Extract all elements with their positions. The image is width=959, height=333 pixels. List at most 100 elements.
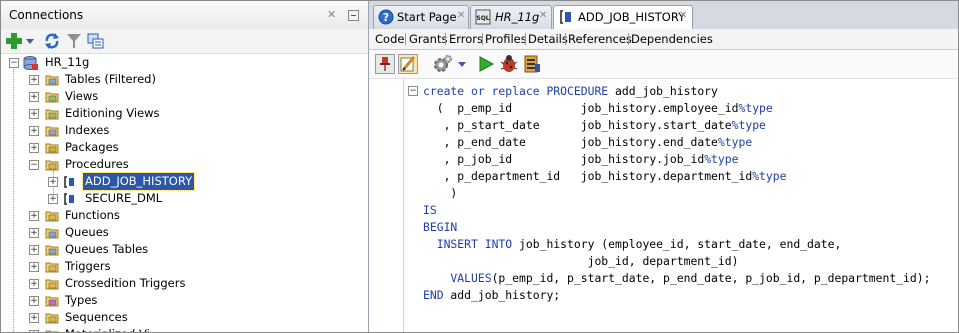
collapse-icon[interactable]: −	[29, 160, 39, 170]
run-icon[interactable]	[476, 54, 496, 74]
compile-icon[interactable]	[522, 54, 542, 74]
filter-icon[interactable]	[65, 32, 83, 50]
expand-icon[interactable]: +	[29, 296, 39, 306]
code-line: END add_job_history;	[423, 288, 561, 302]
tree-node-label: Queues Tables	[65, 242, 149, 256]
expand-icon[interactable]: +	[48, 177, 58, 187]
subtab-references[interactable]: References	[568, 32, 632, 46]
subtab-code[interactable]: Code	[375, 32, 404, 46]
triggers-icon	[45, 262, 59, 273]
code-line: )	[423, 186, 458, 200]
tree-node[interactable]: + Tables (Filtered)	[1, 71, 361, 88]
subtab-dependencies[interactable]: Dependencies	[631, 32, 713, 46]
dropdown-arrow-icon[interactable]	[457, 54, 467, 74]
expand-icon[interactable]: +	[29, 92, 39, 102]
collapse-icon[interactable]: −	[9, 58, 19, 68]
help-icon: ?	[378, 9, 394, 25]
refresh-icon[interactable]	[43, 32, 61, 50]
procedure-icon	[560, 10, 571, 24]
tree-root-hr11g[interactable]: − HR_11g	[1, 54, 361, 71]
expand-icon[interactable]: +	[29, 211, 39, 221]
types-icon	[45, 296, 59, 307]
tree-node-label: ADD_JOB_HISTORY	[81, 172, 196, 191]
expand-icon[interactable]: +	[29, 126, 39, 136]
tree-node-label: Sequences	[65, 310, 128, 324]
code-editor[interactable]: − create or replace PROCEDURE add_job_hi…	[404, 79, 958, 332]
tree-node-label: Editioning Views	[65, 106, 160, 120]
expand-icon[interactable]: +	[29, 313, 39, 323]
tree-node-label: Packages	[65, 140, 119, 154]
expand-icon[interactable]: +	[29, 75, 39, 85]
close-icon[interactable]: ✕	[539, 10, 547, 21]
tree-node-label: Types	[65, 293, 98, 307]
gear-icon[interactable]	[433, 54, 453, 74]
edit-icon[interactable]	[398, 54, 418, 74]
close-icon[interactable]: ✕	[457, 10, 465, 21]
tab-add-job-history[interactable]: ADD_JOB_HISTORY ✕	[553, 5, 693, 30]
tree-node[interactable]: + Queues Tables	[1, 241, 361, 258]
tree-node-label: Queues	[65, 225, 109, 239]
tree-node[interactable]: + SECURE_DML	[1, 190, 361, 207]
tree-node[interactable]: + Queues	[1, 224, 361, 241]
tab-hr11g[interactable]: SQL HR_11g ✕	[470, 5, 552, 29]
expand-icon[interactable]: +	[29, 109, 39, 119]
materialized-views-icon	[45, 330, 59, 332]
add-icon[interactable]	[5, 32, 23, 50]
tree-node[interactable]: + Types	[1, 292, 361, 309]
connections-toolbar	[1, 29, 368, 54]
code-line: ( p_emp_id job_history.employee_id%type	[423, 101, 773, 115]
schema-browser-icon[interactable]	[87, 32, 105, 50]
expand-icon[interactable]: +	[29, 279, 39, 289]
expand-icon[interactable]: +	[29, 262, 39, 272]
tree-node-label: Crossedition Triggers	[65, 276, 186, 290]
connections-panel: Connections ✕ − HR_11g + Tables (Filtere…	[1, 1, 369, 332]
code-line: IS	[423, 203, 437, 217]
expand-icon[interactable]: +	[29, 245, 39, 255]
fold-icon[interactable]: −	[408, 86, 418, 96]
tree-node-label: Tables (Filtered)	[65, 72, 156, 86]
close-icon[interactable]: ✕	[327, 8, 336, 21]
expand-icon[interactable]: +	[29, 330, 39, 332]
procedure-icon	[64, 193, 74, 205]
debug-icon[interactable]	[499, 54, 519, 74]
tree-node[interactable]: + Triggers	[1, 258, 361, 275]
close-icon[interactable]: ✕	[679, 10, 687, 21]
code-line: BEGIN	[423, 220, 458, 234]
tree-node[interactable]: + ADD_JOB_HISTORY	[1, 172, 361, 191]
tree-node[interactable]: + Indexes	[1, 122, 361, 139]
indexes-icon	[45, 126, 59, 137]
editor-area: ? Start Page ✕ SQL HR_11g ✕ ADD_JOB_HIST…	[369, 1, 958, 332]
tab-start-page[interactable]: ? Start Page ✕	[373, 5, 469, 29]
procedure-subtab-bar: Code Grants Errors Profiles Details Refe…	[369, 29, 958, 50]
tree-node[interactable]: + Crossedition Triggers	[1, 275, 361, 292]
tree-node[interactable]: + Sequences	[1, 309, 361, 326]
expand-icon[interactable]: +	[29, 143, 39, 153]
expand-icon[interactable]: +	[29, 228, 39, 238]
subtab-details[interactable]: Details	[528, 32, 568, 46]
expand-icon[interactable]: +	[48, 194, 58, 204]
tree-node[interactable]: + Packages	[1, 139, 361, 156]
tree-node[interactable]: − Procedures	[1, 156, 361, 173]
procedures-icon	[45, 160, 59, 171]
tree-node[interactable]: + Views	[1, 88, 361, 105]
functions-icon	[45, 211, 59, 222]
code-line: VALUES(p_emp_id, p_start_date, p_end_dat…	[423, 271, 931, 285]
dropdown-arrow-icon[interactable]	[25, 32, 35, 50]
pin-icon[interactable]	[375, 54, 395, 74]
tab-label: HR_11g	[495, 10, 540, 24]
tree-node[interactable]: + Functions	[1, 207, 361, 224]
tree-root-label: HR_11g	[45, 55, 90, 69]
tree-node-label: Indexes	[65, 123, 110, 137]
editor-tab-bar: ? Start Page ✕ SQL HR_11g ✕ ADD_JOB_HIST…	[369, 1, 958, 30]
tree-node[interactable]: + Materialized Vi...	[1, 326, 361, 332]
code-line: , p_start_date job_history.start_date%ty…	[423, 118, 766, 132]
tree-node[interactable]: + Editioning Views	[1, 105, 361, 122]
packages-icon	[45, 143, 59, 154]
subtab-grants[interactable]: Grants	[409, 32, 447, 46]
subtab-errors[interactable]: Errors	[449, 32, 483, 46]
minimize-icon[interactable]	[348, 10, 359, 21]
tree-node-label: Triggers	[65, 259, 111, 273]
tab-label: Start Page	[397, 10, 457, 24]
tree-node-label: SECURE_DML	[85, 191, 163, 205]
subtab-profiles[interactable]: Profiles	[485, 32, 527, 46]
